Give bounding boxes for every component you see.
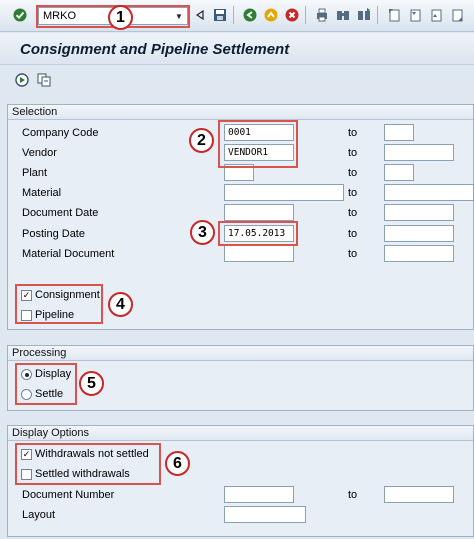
annotation-badge-2: 2 xyxy=(189,128,214,153)
annotation-box-posting-date xyxy=(218,221,298,246)
annotation-badge-6: 6 xyxy=(165,451,190,476)
vendor-label: Vendor xyxy=(22,147,57,159)
back-triangle-icon[interactable] xyxy=(192,7,208,23)
title-bar: Consignment and Pipeline Settlement xyxy=(0,33,474,65)
processing-group: Processing xyxy=(7,345,474,411)
annotation-badge-4: 4 xyxy=(108,292,133,317)
application-toolbar xyxy=(0,66,474,94)
selection-header-label: Selection xyxy=(12,106,58,118)
processing-header: Processing xyxy=(8,346,473,361)
document-date-to-field[interactable] xyxy=(384,204,454,221)
first-page-icon[interactable] xyxy=(386,7,402,23)
find-next-icon[interactable] xyxy=(356,7,372,23)
annotation-badge-5: 5 xyxy=(79,371,104,396)
back-icon[interactable] xyxy=(242,7,258,23)
annotation-badge-3: 3 xyxy=(190,220,215,245)
layout-field[interactable] xyxy=(224,506,306,523)
execute-icon[interactable] xyxy=(14,72,30,88)
to-label: to xyxy=(348,187,358,199)
material-document-to-field[interactable] xyxy=(384,245,454,262)
document-date-label: Document Date xyxy=(22,207,99,219)
print-icon[interactable] xyxy=(314,7,330,23)
posting-date-to-field[interactable] xyxy=(384,225,454,242)
annotation-badge-1: 1 xyxy=(108,5,133,30)
plant-to-field[interactable] xyxy=(384,164,414,181)
to-label: to xyxy=(348,228,358,240)
company-code-label: Company Code xyxy=(22,127,99,139)
document-number-label: Document Number xyxy=(22,489,115,501)
annotation-box-processing xyxy=(15,363,77,405)
previous-page-icon[interactable] xyxy=(407,7,423,23)
next-page-icon[interactable] xyxy=(428,7,444,23)
get-variant-icon[interactable] xyxy=(36,72,52,88)
display-options-header: Display Options xyxy=(8,426,473,441)
exit-icon[interactable] xyxy=(263,7,279,23)
vendor-to-field[interactable] xyxy=(384,144,454,161)
annotation-box-company-vendor xyxy=(218,120,298,168)
enter-icon[interactable] xyxy=(12,7,28,23)
company-code-to-field[interactable] xyxy=(384,124,414,141)
material-label: Material xyxy=(22,187,62,199)
document-number-to-field[interactable] xyxy=(384,486,454,503)
find-icon[interactable] xyxy=(335,7,351,23)
material-document-label: Material Document xyxy=(22,248,115,260)
page-title: Consignment and Pipeline Settlement xyxy=(20,41,290,58)
material-from-field[interactable] xyxy=(224,184,344,201)
posting-date-label: Posting Date xyxy=(22,228,85,240)
plant-label: Plant xyxy=(22,167,48,179)
layout-label: Layout xyxy=(22,509,56,521)
processing-header-label: Processing xyxy=(12,347,67,359)
selection-header: Selection xyxy=(8,105,473,120)
annotation-box-display-options xyxy=(15,443,161,485)
to-label: to xyxy=(348,167,358,179)
to-label: to xyxy=(348,248,358,260)
document-number-from-field[interactable] xyxy=(224,486,294,503)
material-to-field[interactable] xyxy=(384,184,474,201)
save-icon[interactable] xyxy=(212,7,228,23)
to-label: to xyxy=(348,127,358,139)
display-options-header-label: Display Options xyxy=(12,427,90,439)
last-page-icon[interactable] xyxy=(449,7,465,23)
to-label: to xyxy=(348,147,358,159)
cancel-icon[interactable] xyxy=(284,7,300,23)
document-date-from-field[interactable] xyxy=(224,204,294,221)
material-document-from-field[interactable] xyxy=(224,245,294,262)
annotation-box-selection-checkboxes xyxy=(15,284,103,324)
to-label: to xyxy=(348,489,358,501)
to-label: to xyxy=(348,207,358,219)
